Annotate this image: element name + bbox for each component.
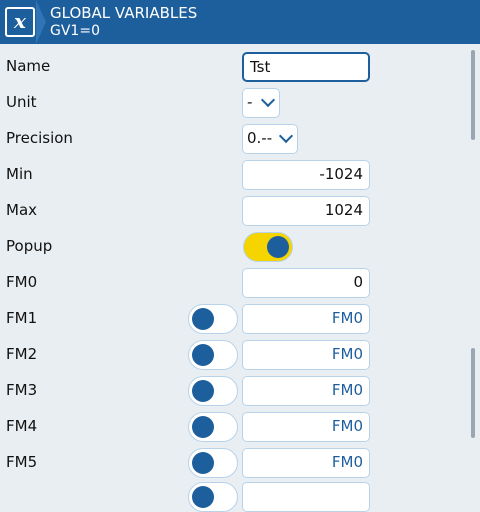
fm5-input[interactable]: FM0 xyxy=(242,448,370,478)
fm6-input-partial[interactable] xyxy=(242,482,370,512)
fm3-toggle[interactable] xyxy=(188,376,238,406)
fm-row-label: FM1 xyxy=(6,309,38,327)
fm0-label: FM0 xyxy=(6,273,38,291)
popup-toggle[interactable] xyxy=(243,232,293,262)
max-input[interactable]: 1024 xyxy=(242,196,370,226)
toggle-knob xyxy=(192,308,214,330)
toggle-knob xyxy=(267,236,289,258)
min-input[interactable]: -1024 xyxy=(242,160,370,190)
toggle-knob xyxy=(192,416,214,438)
fm0-input[interactable]: 0 xyxy=(242,268,370,298)
fm4-toggle[interactable] xyxy=(188,412,238,442)
fm2-toggle[interactable] xyxy=(188,340,238,370)
fm6-toggle-partial[interactable] xyxy=(188,482,238,512)
chevron-down-icon xyxy=(278,128,294,144)
x-logo-icon: x xyxy=(5,7,35,37)
chevron-right-icon xyxy=(36,0,46,44)
name-label: Name xyxy=(6,57,51,75)
fm-row-label: FM2 xyxy=(6,345,38,363)
fm3-input[interactable]: FM0 xyxy=(242,376,370,406)
precision-dropdown[interactable]: 0.-- xyxy=(242,124,298,154)
toggle-knob xyxy=(192,452,214,474)
precision-label: Precision xyxy=(6,129,73,147)
unit-dropdown-value: - xyxy=(247,93,253,111)
page-subtitle: GV1=0 xyxy=(50,23,100,39)
toggle-knob xyxy=(192,486,214,508)
scrollbar-lower[interactable] xyxy=(471,348,475,438)
toggle-knob xyxy=(192,344,214,366)
chevron-down-icon xyxy=(260,92,276,108)
unit-dropdown[interactable]: - xyxy=(242,88,280,118)
max-label: Max xyxy=(6,201,38,219)
fm-row-label: FM3 xyxy=(6,381,38,399)
popup-label: Popup xyxy=(6,237,53,255)
fm1-input[interactable]: FM0 xyxy=(242,304,370,334)
page-title: GLOBAL VARIABLES xyxy=(50,4,198,22)
scrollbar-upper[interactable] xyxy=(471,50,475,140)
min-label: Min xyxy=(6,165,33,183)
fm2-input[interactable]: FM0 xyxy=(242,340,370,370)
name-input[interactable]: Tst xyxy=(242,52,370,82)
fm-row-label: FM4 xyxy=(6,417,38,435)
fm5-toggle[interactable] xyxy=(188,448,238,478)
fm-row-label: FM5 xyxy=(6,453,38,471)
fm4-input[interactable]: FM0 xyxy=(242,412,370,442)
toggle-knob xyxy=(192,380,214,402)
unit-label: Unit xyxy=(6,93,37,111)
app-header: x GLOBAL VARIABLES GV1=0 xyxy=(0,0,480,44)
precision-dropdown-value: 0.-- xyxy=(247,129,273,147)
fm1-toggle[interactable] xyxy=(188,304,238,334)
